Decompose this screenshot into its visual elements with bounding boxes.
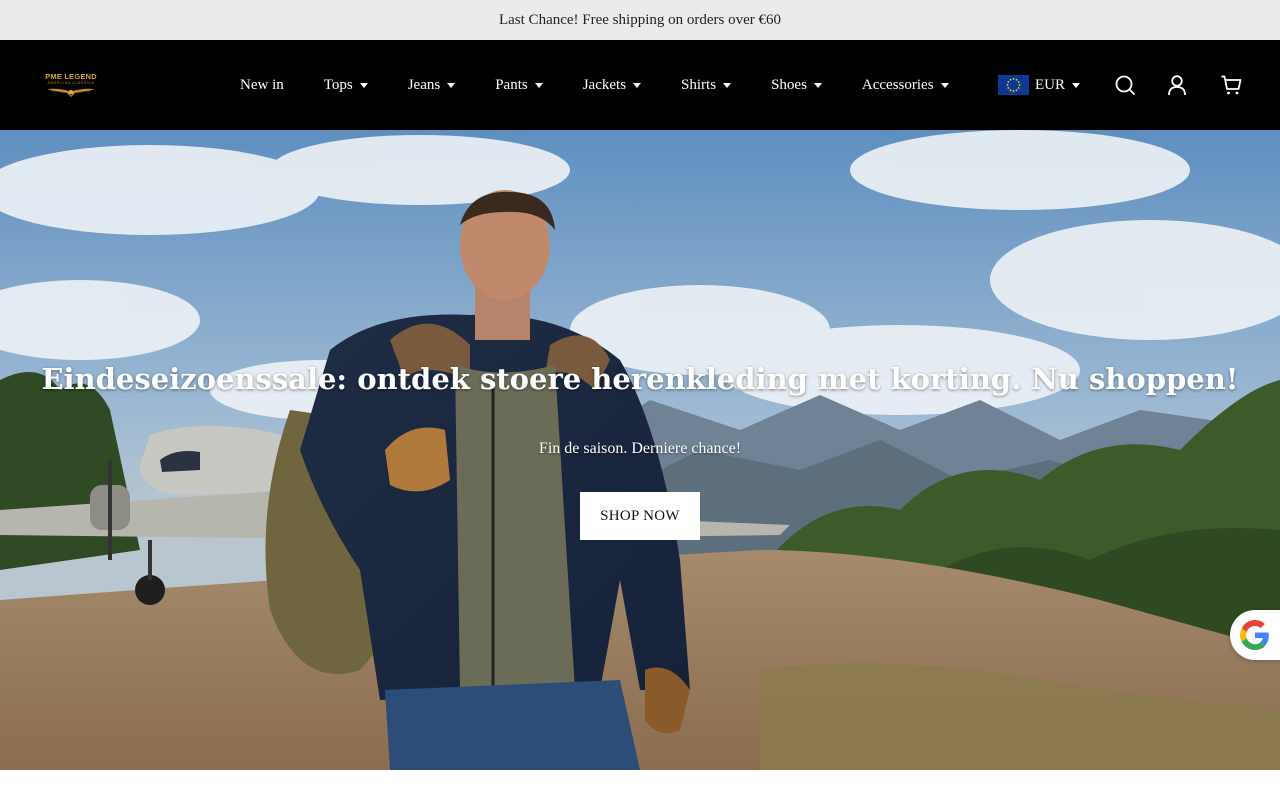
wings-icon (47, 88, 95, 97)
hero-title: Eindeseizoenssale: ontdek stoere herenkl… (41, 362, 1239, 396)
nav-accessories[interactable]: Accessories (862, 40, 949, 130)
nav-label: Shirts (681, 76, 717, 93)
hero-banner[interactable]: Eindeseizoenssale: ontdek stoere herenkl… (0, 130, 1280, 770)
currency-value: EUR (1035, 76, 1065, 93)
nav-label: Jackets (582, 76, 627, 93)
nav-shoes[interactable]: Shoes (771, 40, 822, 130)
google-icon (1240, 620, 1269, 650)
nav-shirts[interactable]: Shirts (681, 40, 732, 130)
brand-logo-name: PME LEGEND (45, 72, 97, 81)
search-icon[interactable] (1114, 74, 1136, 96)
caret-down-icon (534, 83, 543, 88)
nav-tops[interactable]: Tops (324, 40, 368, 130)
currency-selector[interactable]: EUR (998, 40, 1080, 130)
account-icon[interactable] (1166, 74, 1188, 96)
hero-subtitle: Fin de saison. Derniere chance! (538, 440, 742, 457)
eu-flag-icon (998, 75, 1029, 95)
caret-down-icon (633, 83, 642, 88)
nav-jackets[interactable]: Jackets (582, 40, 642, 130)
site-header: PME LEGEND AMERICAN CLASSICS New in Tops… (0, 40, 1280, 130)
nav-label: Shoes (771, 76, 807, 93)
cart-icon[interactable] (1220, 74, 1242, 96)
caret-down-icon (447, 83, 456, 88)
nav-label: New in (240, 76, 284, 93)
nav-new-in[interactable]: New in (240, 40, 284, 130)
nav-label: Accessories (861, 76, 934, 93)
brand-logo[interactable]: PME LEGEND AMERICAN CLASSICS (44, 73, 98, 99)
caret-down-icon (723, 83, 732, 88)
nav-label: Tops (323, 76, 353, 93)
caret-down-icon (1072, 83, 1080, 88)
nav-label: Jeans (407, 76, 441, 93)
shop-now-button[interactable]: SHOP NOW (580, 492, 700, 540)
google-reviews-badge[interactable] (1230, 610, 1280, 660)
caret-down-icon (813, 83, 822, 88)
announcement-bar: Last Chance! Free shipping on orders ove… (0, 0, 1280, 40)
main-nav: New in Tops Jeans Pants Jackets Shirts S… (240, 40, 949, 130)
nav-label: Pants (495, 76, 528, 93)
nav-jeans[interactable]: Jeans (408, 40, 456, 130)
page-below-fold (0, 770, 1280, 800)
caret-down-icon (940, 83, 949, 88)
announcement-text: Last Chance! Free shipping on orders ove… (498, 11, 781, 28)
nav-pants[interactable]: Pants (495, 40, 543, 130)
caret-down-icon (359, 83, 368, 88)
